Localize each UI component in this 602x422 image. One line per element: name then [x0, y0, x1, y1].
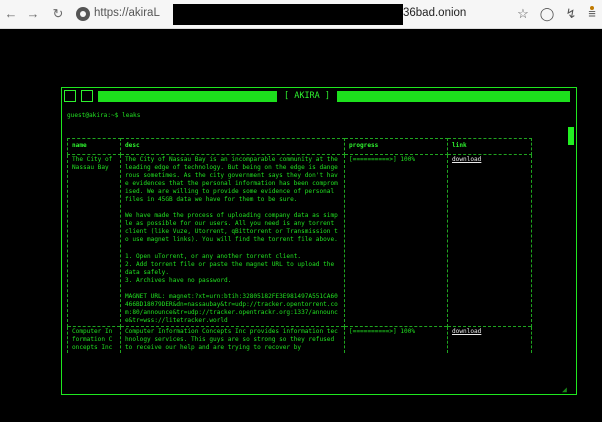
browser-toolbar: ← → ↻ https://akiraL 36bad.onion ☆ ◯ ↯ ≡: [0, 0, 602, 29]
url-suffix: 36bad.onion: [403, 7, 467, 19]
table-row: The City of Nassau Bay The City of Nassa…: [67, 154, 532, 327]
notification-dot: [590, 6, 594, 10]
cell-name: Computer Information Concepts Inc: [67, 325, 121, 354]
reload-icon[interactable]: ↻: [51, 6, 65, 22]
cell-desc: Computer Information Concepts Inc provid…: [120, 325, 345, 354]
header-link: link: [447, 138, 532, 155]
header-desc: desc: [120, 138, 345, 155]
site-info-icon[interactable]: [76, 7, 90, 21]
terminal-title: [ AKIRA ]: [277, 89, 337, 103]
scrollbar-thumb[interactable]: [568, 127, 574, 145]
table-header-row: name desc progress link: [67, 138, 532, 155]
cell-link: download: [447, 154, 532, 327]
command-prompt: guest@akira:~$ leaks: [67, 112, 141, 119]
leaks-table: name desc progress link The City of Nass…: [67, 138, 532, 354]
cell-desc: The City of Nassau Bay is an incomparabl…: [120, 154, 345, 327]
url-redaction: [173, 4, 403, 25]
star-icon[interactable]: ☆: [515, 6, 531, 22]
table-row: Computer Information Concepts Inc Comput…: [67, 325, 532, 354]
cell-name: The City of Nassau Bay: [67, 154, 121, 327]
resize-grip-icon[interactable]: ◢: [562, 385, 574, 394]
address-bar[interactable]: https://akiraL 36bad.onion: [76, 4, 494, 25]
cell-progress: [==========>] 100%: [344, 154, 448, 327]
window-button-close[interactable]: [64, 90, 76, 102]
terminal-body: guest@akira:~$ leaks name desc progress …: [62, 105, 576, 394]
window-button-minimize[interactable]: [81, 90, 93, 102]
header-name: name: [67, 138, 121, 155]
cell-progress: [==========>] 100%: [344, 325, 448, 354]
header-progress: progress: [344, 138, 448, 155]
shield-icon[interactable]: ◯: [539, 6, 555, 22]
back-arrow-icon[interactable]: ←: [4, 6, 18, 22]
download-link[interactable]: download: [452, 156, 481, 163]
download-link[interactable]: download: [452, 328, 481, 335]
cell-link: download: [447, 325, 532, 354]
terminal-window: [ AKIRA ] guest@akira:~$ leaks name desc…: [61, 87, 577, 395]
terminal-titlebar: [ AKIRA ]: [62, 88, 576, 105]
url-prefix: https://akiraL: [94, 7, 160, 19]
forward-arrow-icon[interactable]: →: [26, 6, 40, 22]
extensions-icon[interactable]: ↯: [563, 6, 579, 22]
